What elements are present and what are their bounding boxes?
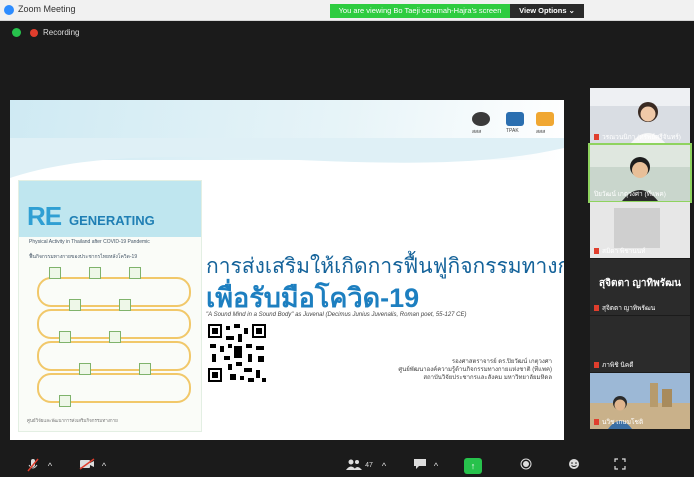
recording-icon: [30, 29, 38, 37]
chat-bubble-icon: [414, 459, 426, 469]
participant-tile[interactable]: สมิดา พิชานนท์: [590, 202, 690, 258]
house-icon: [109, 331, 121, 343]
presenter-credit: รองศาสตราจารย์ ดร.ปิยวัฒน์ เกตุวงศา ศูนย…: [360, 358, 552, 382]
screen-share-banner: You are viewing Bo Taeji ceramah-Hajra's…: [330, 4, 510, 18]
credit-line: รองศาสตราจารย์ ดร.ปิยวัฒน์ เกตุวงศา: [451, 359, 552, 365]
top-logo-label-2: TPAK: [506, 128, 519, 134]
participant-name: สมิดา พิชานนท์: [594, 246, 645, 256]
participant-tile[interactable]: ภาพิชิ นิคดี: [590, 316, 690, 372]
book-footer: ศูนย์วิจัยและพัฒนาการส่งเสริมกิจกรรมทางก…: [27, 418, 118, 423]
title-bar: Zoom Meeting You are viewing Bo Taeji ce…: [0, 0, 694, 21]
meeting-toolbar: ^ ^ 47 ^ ^ ↑: [0, 455, 694, 477]
fullscreen-icon: [614, 458, 626, 470]
share-screen-button[interactable]: ↑: [464, 458, 482, 474]
participants-options-caret[interactable]: ^: [378, 458, 390, 474]
participants-button[interactable]: [344, 458, 364, 474]
book-title-re: RE: [27, 201, 62, 231]
qr-code-icon: [206, 322, 268, 384]
app-title: Zoom Meeting: [18, 4, 76, 14]
house-icon: [59, 331, 71, 343]
reactions-icon: [569, 459, 579, 469]
participant-display-name: สุจิตตา ญาทิพรัฒน: [599, 278, 681, 289]
video-camera-icon: [79, 458, 95, 470]
video-options-caret[interactable]: ^: [98, 458, 110, 474]
book-title-generating: GENERATING: [69, 213, 155, 228]
house-icon: [129, 267, 141, 279]
mic-muted-icon: [594, 362, 599, 369]
stop-video-button[interactable]: [76, 458, 98, 474]
house-icon: [119, 299, 131, 311]
participant-tile[interactable]: นวิช เกษมโชติ: [590, 373, 690, 429]
participant-name: ปิยวัฒน์ เกตุวงศา (ทีแพค): [594, 191, 666, 198]
house-icon: [59, 395, 71, 407]
house-icon: [139, 363, 151, 375]
mute-button[interactable]: [22, 458, 44, 474]
credit-line: สถาบันวิจัยประชากรและสังคม มหาวิทยาลัยมห…: [423, 375, 552, 381]
shared-screen-slide: สสส TPAK สสส RE GENERATING Physical Acti…: [10, 100, 564, 440]
microphone-icon: [27, 458, 39, 472]
house-icon: [79, 363, 91, 375]
credit-line: ศูนย์พัฒนาองค์ความรู้ด้านกิจกรรมทางกายแห…: [398, 367, 552, 373]
house-icon: [89, 267, 101, 279]
mic-muted-icon: [594, 305, 599, 312]
record-icon: [520, 458, 532, 470]
security-shield-icon[interactable]: [12, 28, 21, 37]
house-icon: [49, 267, 61, 279]
fullscreen-button[interactable]: [610, 458, 630, 474]
recording-label: Recording: [43, 28, 80, 37]
participant-tile[interactable]: วรณวนนิกา (ทรัพย์ศรีจันทร์): [590, 88, 690, 144]
top-logo-label-3: สสส: [536, 129, 546, 135]
house-icon: [69, 299, 81, 311]
slide-swoosh-decoration: [10, 138, 564, 178]
zoom-logo-icon: [4, 5, 14, 15]
participant-name: ภาพิชิ นิคดี: [594, 360, 633, 370]
view-options-button[interactable]: View Options ⌄: [510, 4, 584, 18]
participant-name: สุจิตตา ญาทิพรัฒน: [594, 303, 655, 313]
participant-count: 47: [365, 462, 373, 469]
illustration-path: [37, 341, 191, 371]
participants-icon: [346, 459, 362, 470]
thaihealth-logo-icon: [536, 112, 554, 126]
book-cover-image: RE GENERATING Physical Activity in Thail…: [18, 180, 202, 432]
participant-name: นวิช เกษมโชติ: [594, 417, 643, 427]
mic-muted-icon: [594, 419, 599, 426]
participant-name: วรณวนนิกา (ทรัพย์ศรีจันทร์): [594, 132, 681, 142]
book-thai-subtitle: ฟื้นกิจกรรมทางกายของประชากรไทยหลังโควิด-…: [29, 254, 138, 260]
record-button[interactable]: [516, 458, 536, 474]
audio-options-caret[interactable]: ^: [44, 458, 56, 474]
participant-tile-active-speaker[interactable]: ปิยวัฒน์ เกตุวงศา (ทีแพค): [588, 143, 692, 203]
mic-muted-icon: [594, 248, 599, 255]
slide-quote: "A Sound Mind in a Sound Body" as Juvena…: [206, 312, 467, 318]
illustration-path: [37, 277, 191, 307]
book-subtitle: Physical Activity in Thailand after COVI…: [29, 239, 150, 245]
chat-options-caret[interactable]: ^: [430, 458, 442, 474]
mic-muted-icon: [594, 134, 599, 141]
chat-button[interactable]: [410, 458, 430, 474]
top-logo-label-1: สสส: [472, 129, 482, 135]
reactions-button[interactable]: [564, 458, 584, 474]
ministry-logo-icon: [472, 112, 490, 126]
tpak-logo-icon: [506, 112, 524, 126]
